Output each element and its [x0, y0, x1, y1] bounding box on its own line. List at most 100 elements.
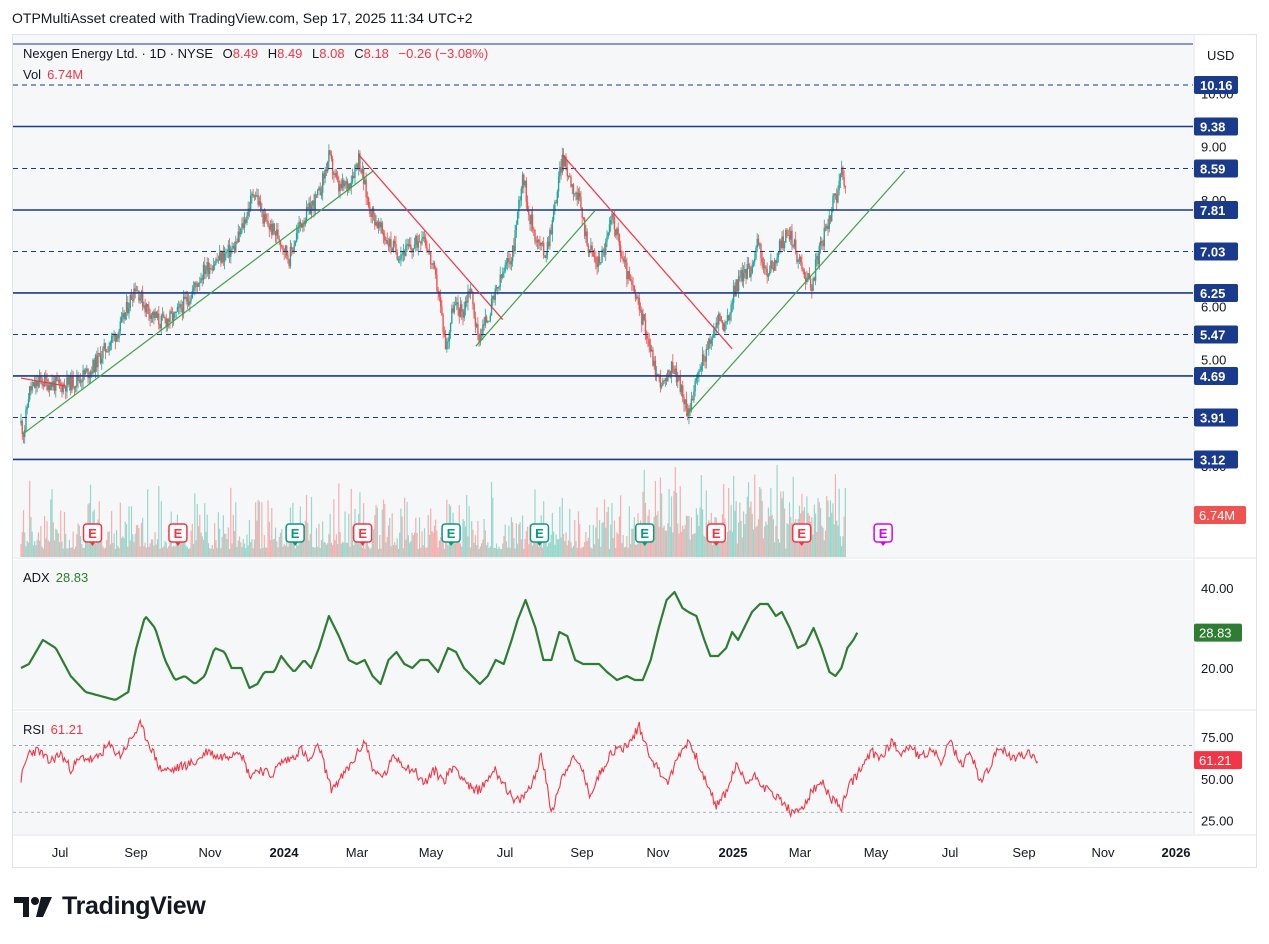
- earnings-marker[interactable]: E: [529, 523, 550, 546]
- volume-bar: [438, 540, 440, 557]
- volume-bar: [622, 535, 624, 557]
- volume-bar: [67, 548, 69, 557]
- earnings-marker[interactable]: E: [634, 523, 655, 546]
- time-axis-tick: Jul: [497, 845, 514, 860]
- candle-body: [516, 211, 519, 225]
- candle-body: [735, 279, 737, 297]
- candle-body: [646, 335, 648, 339]
- candle-body: [793, 239, 796, 247]
- adx-pane[interactable]: [13, 560, 1193, 708]
- volume-bar: [613, 520, 616, 557]
- candle-body: [796, 252, 798, 262]
- earnings-marker[interactable]: E: [168, 523, 188, 546]
- candle-body: [312, 200, 314, 206]
- volume-bar: [364, 548, 366, 557]
- volume-bar: [361, 547, 364, 557]
- candle-body: [809, 278, 812, 288]
- candle-body: [128, 307, 130, 314]
- volume-bar: [325, 544, 328, 557]
- candle-body: [344, 183, 346, 187]
- candle-body: [382, 232, 385, 236]
- earnings-marker[interactable]: E: [441, 523, 461, 546]
- candle-body: [739, 276, 741, 278]
- time-axis-tick: Jul: [942, 845, 959, 860]
- volume-bar: [479, 546, 481, 557]
- candle-body: [488, 320, 490, 322]
- candle-body: [694, 380, 696, 392]
- candle-body: [718, 313, 720, 325]
- time-axis-tick: Sep: [124, 845, 147, 860]
- volume-bar: [252, 548, 254, 557]
- volume-bar: [104, 547, 107, 557]
- earnings-marker[interactable]: E: [706, 523, 727, 546]
- candle-body: [398, 259, 401, 261]
- volume-bar: [843, 516, 845, 557]
- chart-canvas[interactable]: 2.003.004.005.006.007.008.009.0010.0010.…: [0, 0, 1269, 944]
- volume-bar: [397, 548, 400, 557]
- candle-body: [184, 296, 186, 299]
- earnings-marker[interactable]: E: [791, 523, 812, 546]
- volume-bar: [521, 515, 524, 557]
- candle-body: [690, 398, 693, 410]
- volume-bar: [586, 540, 588, 557]
- candle-body: [526, 201, 529, 211]
- volume-bar: [767, 507, 769, 557]
- candle-body: [403, 251, 406, 257]
- candle-body: [514, 230, 516, 252]
- earnings-marker[interactable]: E: [352, 523, 373, 546]
- candle-body: [413, 244, 416, 249]
- candle-body: [31, 386, 33, 391]
- brand-logo[interactable]: TradingView: [14, 892, 206, 921]
- volume-bar: [27, 542, 30, 557]
- candle-body: [612, 213, 614, 217]
- volume-bar: [555, 534, 557, 557]
- volume-bar: [26, 541, 28, 557]
- volume-bar: [760, 488, 762, 557]
- candle-body: [225, 252, 227, 254]
- earnings-marker[interactable]: E: [285, 523, 305, 546]
- volume-bar: [632, 528, 634, 557]
- volume-bar: [400, 508, 402, 557]
- volume-bar: [590, 547, 592, 557]
- volume-value: 6.74M: [47, 67, 84, 82]
- candle-body: [723, 323, 725, 332]
- symbol-name[interactable]: Nexgen Energy Ltd. · 1D · NYSE: [23, 46, 213, 61]
- candle-body: [256, 195, 258, 197]
- volume-bar: [297, 545, 299, 557]
- candle-body: [241, 223, 243, 229]
- adx-label[interactable]: ADX: [23, 570, 50, 585]
- volume-bar: [257, 499, 259, 557]
- candle-body: [92, 359, 94, 374]
- volume-bar: [557, 539, 560, 557]
- currency-label[interactable]: USD: [1207, 48, 1234, 63]
- volume-bar: [657, 511, 659, 557]
- volume-bar: [143, 546, 145, 557]
- volume-bar: [685, 515, 688, 557]
- candle-body: [778, 240, 781, 253]
- candle-body: [190, 298, 192, 301]
- candle-body: [552, 210, 555, 221]
- candle-body: [571, 184, 573, 187]
- candle-body: [127, 301, 129, 314]
- candle-body: [466, 300, 468, 303]
- volume-bar: [669, 526, 671, 557]
- candle-body: [338, 179, 340, 192]
- candle-body: [670, 362, 673, 376]
- candle-body: [812, 278, 814, 291]
- rsi-pane[interactable]: [13, 712, 1193, 834]
- earnings-marker[interactable]: E: [82, 523, 103, 546]
- volume-bar: [683, 529, 685, 557]
- dividend-marker[interactable]: E: [873, 523, 893, 546]
- volume-bar: [585, 532, 587, 557]
- candle-body: [436, 274, 438, 291]
- volume-bar: [283, 543, 285, 557]
- candle-body: [168, 319, 170, 322]
- candle-body: [124, 312, 126, 320]
- volume-label[interactable]: Vol: [23, 67, 41, 82]
- candle-body: [680, 385, 683, 392]
- rsi-label[interactable]: RSI: [23, 722, 45, 737]
- volume-bar: [538, 546, 540, 557]
- candle-body: [762, 262, 765, 268]
- volume-bar: [238, 536, 241, 557]
- candle-body: [502, 273, 504, 278]
